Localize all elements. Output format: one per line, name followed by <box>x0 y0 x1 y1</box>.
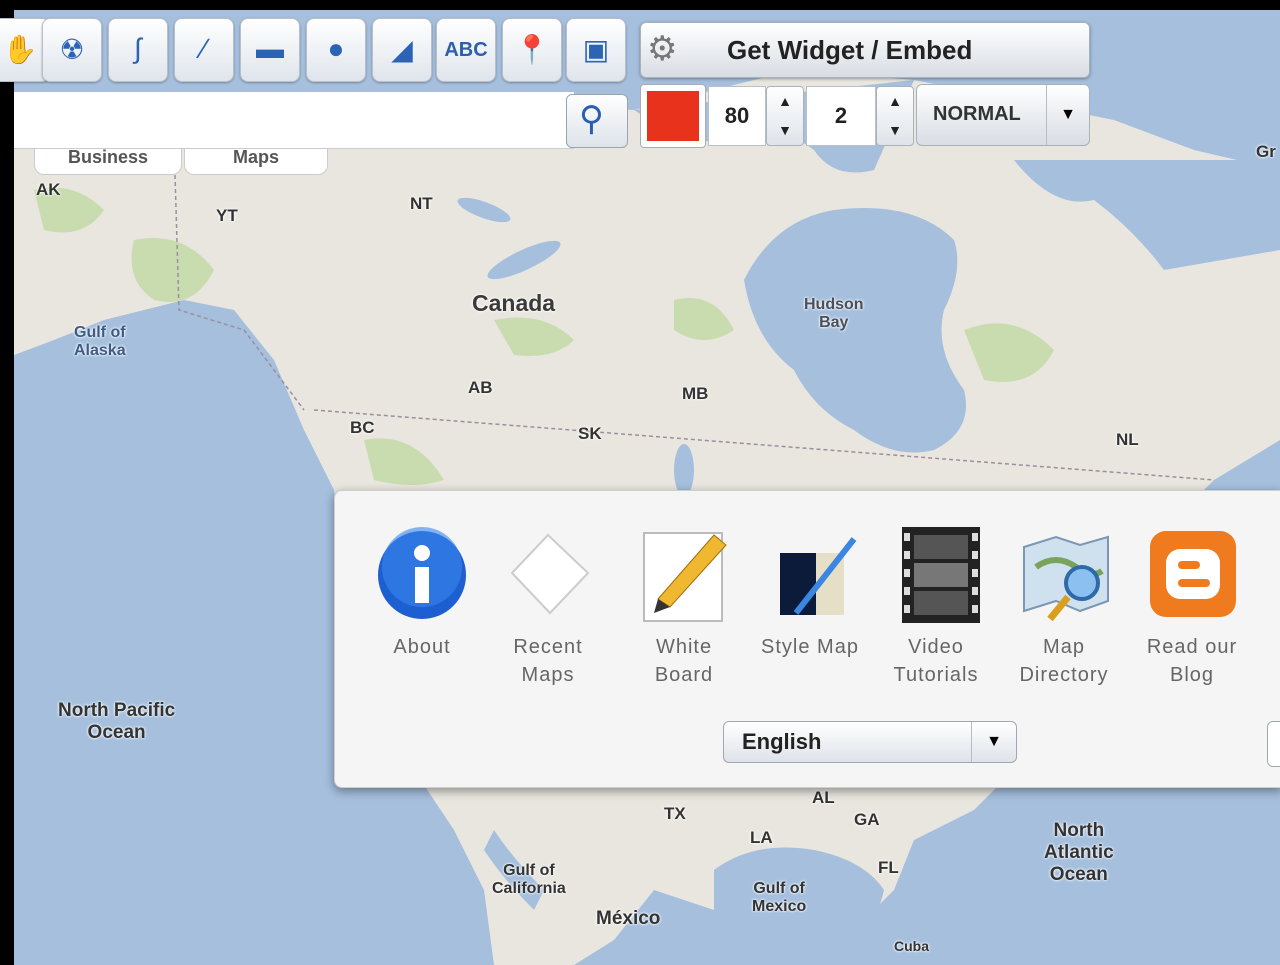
panel-item-label: Style Map <box>761 636 859 658</box>
label-north-pacific: North Pacific Ocean <box>58 700 176 743</box>
search-icon: ⚲ <box>579 100 604 138</box>
panel-side-button[interactable] <box>1267 721 1280 767</box>
image-icon: ▣ <box>582 34 610 65</box>
whiteboard-icon <box>636 527 732 623</box>
label-yt: YT <box>216 206 238 225</box>
label-gr: Gr <box>1256 142 1276 161</box>
line-width-stepper[interactable]: ▲ ▼ <box>876 86 914 146</box>
opacity-field[interactable]: 80 <box>708 86 766 146</box>
circle-icon: ● <box>327 33 345 64</box>
recent-maps-icon <box>500 527 596 623</box>
label-ak: AK <box>36 180 61 199</box>
label-ga: GA <box>854 810 880 829</box>
fill-tool[interactable]: ☢ <box>42 18 102 82</box>
blend-mode-value: NORMAL <box>933 103 1021 125</box>
marker-tool[interactable]: 📍 <box>502 18 562 82</box>
circle-tool[interactable]: ● <box>306 18 366 82</box>
label-al: AL <box>812 788 835 807</box>
panel-item-style-map[interactable]: Style Map <box>751 527 869 661</box>
menu-panel: About Recent Maps White Board Style Map … <box>334 490 1280 788</box>
label-gulf-of-california: Gulf of California <box>492 862 566 897</box>
panel-item-label: About <box>393 636 451 658</box>
panel-item-about[interactable]: About <box>363 527 481 661</box>
label-la: LA <box>750 828 773 847</box>
panel-item-recent-maps[interactable]: Recent Maps <box>489 527 607 689</box>
rectangle-icon: ▬ <box>256 33 284 64</box>
label-gulf-of-mexico: Gulf of Mexico <box>752 880 807 915</box>
curve-icon: ∫ <box>134 33 142 64</box>
label-bc: BC <box>350 418 375 437</box>
map-directory-icon <box>1016 527 1112 623</box>
panel-item-label: Video Tutorials <box>893 636 979 686</box>
blogger-icon <box>1144 527 1240 623</box>
get-widget-button[interactable]: ⚙ Get Widget / Embed <box>640 22 1090 78</box>
label-mexico: México <box>596 908 661 929</box>
label-gulf-of-alaska: Gulf of Alaska <box>74 324 126 359</box>
chevron-up-icon[interactable]: ▲ <box>767 87 803 116</box>
panel-item-video-tutorials[interactable]: Video Tutorials <box>877 527 995 689</box>
language-select[interactable]: English ▼ <box>723 721 1017 763</box>
line-tool[interactable]: ∕ <box>174 18 234 82</box>
film-icon <box>888 527 984 623</box>
label-canada: Canada <box>472 290 556 316</box>
chevron-up-icon[interactable]: ▲ <box>877 87 913 116</box>
rectangle-tool[interactable]: ▬ <box>240 18 300 82</box>
polygon-icon: ◢ <box>391 34 413 65</box>
panel-item-label: Map Directory <box>1019 636 1109 686</box>
search-input[interactable] <box>14 92 574 149</box>
drawing-toolbar: ✋ ☢ ∫ ∕ ▬ ● ◢ ABC 📍 ▣ <box>0 18 640 84</box>
image-tool[interactable]: ▣ <box>566 18 626 82</box>
pin-icon: 📍 <box>514 34 550 65</box>
chevron-down-icon: ▼ <box>971 722 1016 762</box>
style-map-icon <box>762 527 858 623</box>
panel-item-label: Read our Blog <box>1146 636 1238 686</box>
panel-item-map-directory[interactable]: Map Directory <box>1005 527 1123 689</box>
bucket-icon: ☢ <box>59 34 85 65</box>
label-ab: AB <box>468 378 493 397</box>
gear-icon: ⚙ <box>647 30 678 68</box>
panel-item-white-board[interactable]: White Board <box>625 527 743 689</box>
line-width-field[interactable]: 2 <box>806 86 876 146</box>
language-value: English <box>742 729 822 754</box>
color-picker[interactable] <box>640 84 706 148</box>
label-hudson-bay: Hudson Bay <box>804 296 864 331</box>
panel-item-label: Recent Maps <box>513 636 583 686</box>
opacity-stepper[interactable]: ▲ ▼ <box>766 86 804 146</box>
panel-item-label: White Board <box>654 636 714 686</box>
freehand-tool[interactable]: ∫ <box>108 18 168 82</box>
blend-mode-select[interactable]: NORMAL ▼ <box>916 84 1090 146</box>
info-icon <box>374 527 470 623</box>
label-cuba: Cuba <box>894 938 929 954</box>
label-mb: MB <box>682 384 709 403</box>
label-nl: NL <box>1116 430 1139 449</box>
panel-item-blog[interactable]: Read our Blog <box>1133 527 1251 689</box>
label-fl: FL <box>878 858 899 877</box>
color-swatch-fill <box>647 91 699 141</box>
get-widget-label: Get Widget / Embed <box>727 35 973 65</box>
label-north-atlantic: North Atlantic Ocean <box>1044 820 1114 885</box>
chevron-down-icon[interactable]: ▼ <box>767 116 803 145</box>
abc-icon: ABC <box>444 39 488 61</box>
label-tx: TX <box>664 804 686 823</box>
search-button[interactable]: ⚲ <box>566 94 628 148</box>
chevron-down-icon[interactable]: ▼ <box>877 116 913 145</box>
text-tool[interactable]: ABC <box>436 18 496 82</box>
line-icon: ∕ <box>201 33 207 64</box>
chevron-down-icon: ▼ <box>1046 85 1089 145</box>
polygon-tool[interactable]: ◢ <box>372 18 432 82</box>
label-sk: SK <box>578 424 602 443</box>
label-nt: NT <box>410 194 433 213</box>
